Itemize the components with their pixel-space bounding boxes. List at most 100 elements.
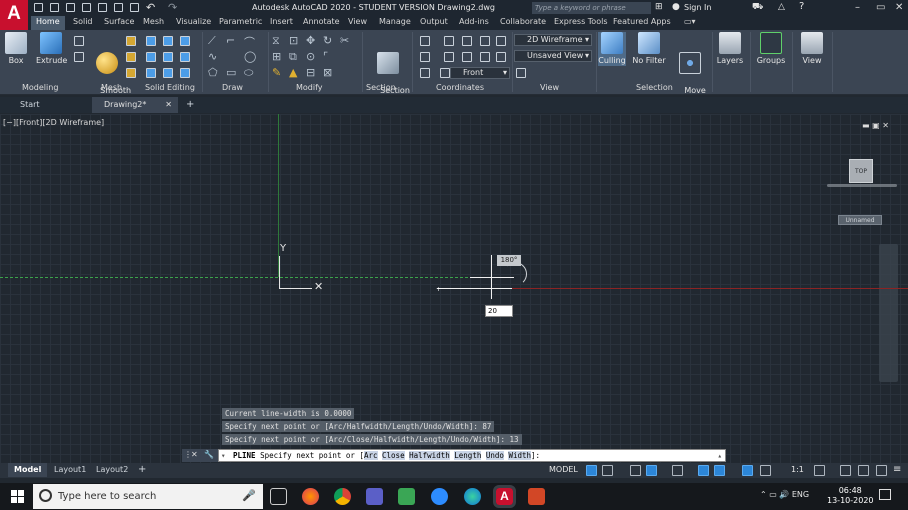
tab-view[interactable]: View [348,17,367,26]
language-indicator[interactable]: ENG [792,490,809,499]
store-icon[interactable] [398,488,415,505]
workspace-gear-icon[interactable] [814,465,825,476]
ellipse-icon[interactable]: ⬭ [244,66,253,80]
panel-solid-editing[interactable]: Solid Editing [145,83,195,92]
tab-layout2[interactable]: Layout2 [90,463,134,477]
thicken-icon[interactable] [163,68,173,78]
box-button[interactable]: Box [4,32,28,66]
annotation-visibility-icon[interactable] [742,465,753,476]
tab-model[interactable]: Model [8,463,48,477]
saved-view-dropdown[interactable]: Unsaved View [514,50,592,62]
ucs-y-icon[interactable] [462,52,472,62]
slice-icon[interactable] [146,68,156,78]
tab-surface[interactable]: Surface [104,17,134,26]
panel-view[interactable]: View [540,83,559,92]
new-file-icon[interactable] [34,3,43,12]
cart-icon[interactable]: ⛟ [752,2,763,13]
command-line-input[interactable]: ▾ PLINE Specify next point or [Arc Close… [218,449,726,462]
explode-icon[interactable]: ⊠ [323,66,332,79]
visual-style-dropdown[interactable]: 2D Wireframe [514,34,592,46]
autoscale-icon[interactable] [760,465,771,476]
annotation-scale[interactable]: 1:1 [791,465,804,474]
user-icon[interactable]: ● [672,2,680,12]
teams-icon[interactable] [366,488,383,505]
ribbon-options-icon[interactable]: ▭▾ [684,17,696,26]
help-icon[interactable]: ? [799,1,804,12]
fullscreen-icon[interactable] [876,465,887,476]
option-arc[interactable]: Arc [363,451,378,460]
new-tab-button[interactable]: + [176,97,194,113]
add-layout-button[interactable]: + [132,463,152,477]
tab-layout1[interactable]: Layout1 [48,463,92,477]
tab-express-tools[interactable]: Express Tools [554,17,608,26]
viewcube-compass[interactable] [827,184,897,187]
panel-modify[interactable]: Modify [296,83,323,92]
tab-mesh[interactable]: Mesh [143,17,164,26]
model-space-toggle[interactable]: MODEL [549,465,578,477]
tab-drawing2[interactable]: Drawing2* ✕ [92,97,178,113]
binoculars-icon[interactable]: ⊞ [655,2,663,12]
panel-modeling[interactable]: Modeling [22,83,58,92]
grid-toggle-icon[interactable] [586,465,597,476]
tab-parametric[interactable]: Parametric [219,17,262,26]
chrome-icon[interactable] [334,488,351,505]
task-view-icon[interactable] [270,488,287,505]
snap-toggle-icon[interactable] [602,465,613,476]
recent-commands-icon[interactable]: ▾ [221,450,226,461]
option-close[interactable]: Close [382,451,405,460]
open-web-icon[interactable] [98,3,107,12]
panel-selection[interactable]: Selection [636,83,673,92]
open-file-icon[interactable] [50,3,59,12]
groups-button[interactable]: Groups [756,32,786,66]
no-filter-button[interactable]: No Filter [632,32,666,66]
array-icon[interactable]: ⊞ [272,50,281,63]
close-tab-icon[interactable]: ✕ [165,97,172,113]
ucs-object-icon[interactable] [496,52,506,62]
polar-toggle-icon[interactable] [646,465,657,476]
ucs-named-icon[interactable] [420,52,430,62]
ucs-3point-icon[interactable] [480,36,490,46]
isolate-objects-icon[interactable] [858,465,869,476]
ucs-world-icon[interactable] [444,36,454,46]
osnap-toggle-icon[interactable] [714,465,725,476]
tab-visualize[interactable]: Visualize [176,17,211,26]
layers-button[interactable]: Layers [716,32,744,66]
mesh-refine-icon[interactable] [126,52,136,62]
command-line-handle[interactable]: ⋮ ✕ 🔧 [182,449,218,462]
subtract-icon[interactable] [163,36,173,46]
ucs-zaxis-icon[interactable] [440,68,450,78]
network-icon[interactable]: ▭ [769,490,777,499]
presspull-icon[interactable] [74,36,84,46]
close-window-icon[interactable]: ✕ [895,2,903,13]
move-icon[interactable]: ✥ [306,34,315,47]
tab-insert[interactable]: Insert [270,17,293,26]
ucs-z-icon[interactable] [496,36,506,46]
ucs-origin-icon[interactable] [462,36,472,46]
edge-icon[interactable] [464,488,481,505]
isodraft-toggle-icon[interactable] [672,465,683,476]
customize-icon[interactable]: 🔧 [204,450,214,459]
windows-start-icon[interactable] [11,490,24,503]
ucs-x-icon[interactable] [444,52,454,62]
view-direction-dropdown[interactable]: Front [450,67,510,79]
panel-coordinates[interactable]: Coordinates [436,83,484,92]
erase-icon[interactable]: ▲ [289,66,297,79]
panel-draw[interactable]: Draw [222,83,243,92]
imprint-icon[interactable] [180,68,190,78]
panel-section[interactable]: Section [366,83,396,92]
option-undo[interactable]: Undo [485,451,504,460]
autocad-app-menu-icon[interactable]: A [0,0,28,30]
expand-history-icon[interactable]: ▴ [717,450,722,461]
copy-icon[interactable]: ⧉ [289,50,297,64]
circle-icon[interactable]: ◯ [244,50,256,63]
viewport-window-controls[interactable]: ▬ ▣ ✕ [862,121,889,130]
shell-icon[interactable] [180,52,190,62]
autodesk-a360-icon[interactable]: △ [778,2,785,12]
powerpoint-icon[interactable] [528,488,545,505]
help-search-input[interactable]: Type a keyword or phrase [532,2,651,14]
sign-in-button[interactable]: Sign In [684,3,711,12]
dynamic-input-field[interactable]: 20 [485,305,513,317]
zoom-icon[interactable] [431,488,448,505]
drawing-area[interactable] [0,114,908,464]
restore-window-icon[interactable]: ▭ [876,2,885,13]
